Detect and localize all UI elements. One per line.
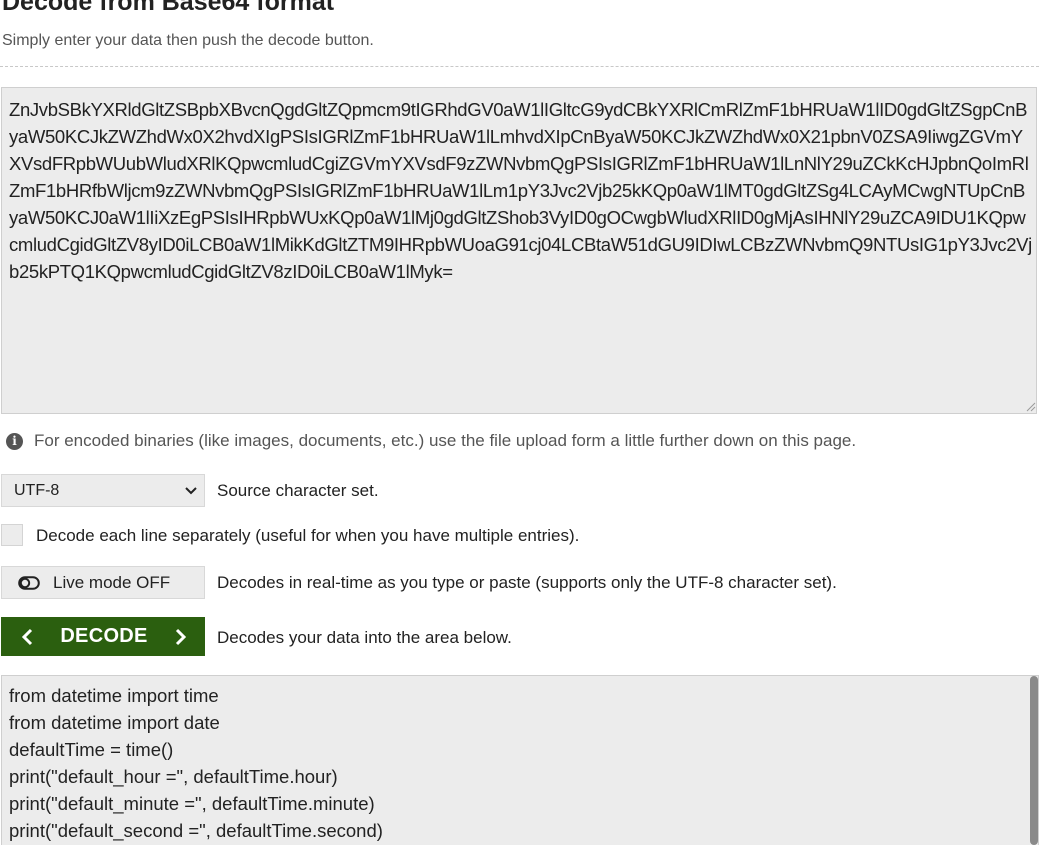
base64-input-textarea[interactable]: ZnJvbSBkYXRldGltZSBpbXBvcnQgdGltZQpmcm9t…: [1, 87, 1037, 414]
charset-select-value: UTF-8: [14, 481, 60, 499]
live-mode-toggle-button[interactable]: Live mode OFF: [1, 566, 205, 599]
resize-grip-icon[interactable]: [1024, 400, 1036, 412]
dashed-divider: [0, 66, 1039, 67]
output-line: print("default_second =", defaultTime.se…: [9, 820, 383, 841]
charset-label: Source character set.: [217, 481, 379, 500]
info-row: i For encoded binaries (like images, doc…: [6, 431, 856, 451]
page: Decode from Base64 format Simply enter y…: [0, 0, 1039, 845]
decode-description: Decodes your data into the area below.: [217, 628, 512, 647]
output-scrollbar[interactable]: [1030, 676, 1038, 845]
separate-lines-checkbox[interactable]: [1, 524, 23, 546]
output-line: defaultTime = time(): [9, 739, 174, 760]
decode-button[interactable]: DECODE: [1, 617, 205, 656]
chevron-down-icon: [185, 486, 197, 494]
charset-select[interactable]: UTF-8: [1, 474, 205, 507]
output-line: print("default_minute =", defaultTime.mi…: [9, 793, 375, 814]
output-line: from datetime import date: [9, 712, 220, 733]
chevron-left-icon: [21, 628, 33, 645]
info-circle-icon: i: [6, 432, 23, 450]
decoded-output-textarea[interactable]: from datetime import time from datetime …: [1, 675, 1039, 845]
output-line: from datetime import time: [9, 685, 219, 706]
toggle-off-icon: [18, 575, 40, 590]
live-mode-description: Decodes in real-time as you type or past…: [217, 573, 837, 592]
separate-lines-label[interactable]: Decode each line separately (useful for …: [36, 526, 579, 546]
decode-button-label: DECODE: [60, 625, 148, 647]
live-mode-label: Live mode OFF: [53, 572, 171, 592]
page-title: Decode from Base64 format: [2, 0, 335, 16]
info-text: For encoded binaries (like images, docum…: [34, 431, 857, 450]
chevron-right-icon: [175, 628, 187, 645]
page-subtitle: Simply enter your data then push the dec…: [2, 32, 374, 49]
output-line: print("default_hour =", defaultTime.hour…: [9, 766, 338, 787]
